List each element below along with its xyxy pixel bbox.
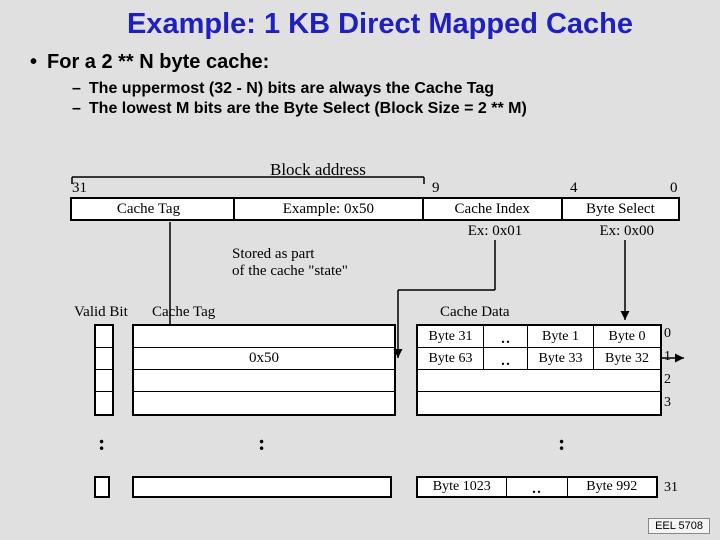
address-example: Example: 0x50 bbox=[235, 199, 424, 219]
cell-byte992: Byte 992 bbox=[568, 478, 657, 496]
bullet-sub-2: –The lowest M bits are the Byte Select (… bbox=[72, 100, 720, 118]
bit-tick-4: 4 bbox=[570, 180, 578, 197]
slide-title: Example: 1 KB Direct Mapped Cache bbox=[0, 0, 720, 41]
bullet-main: •For a 2 ** N byte cache: bbox=[30, 51, 720, 74]
ex-cache-index: Ex: 0x01 bbox=[425, 223, 565, 240]
stored-note-l2: of the cache "state" bbox=[232, 263, 348, 280]
address-cache-tag: Cache Tag bbox=[72, 199, 235, 219]
bit-tick-31: 31 bbox=[72, 180, 87, 197]
row-num-1: 1 bbox=[664, 349, 671, 365]
cache-tag-value: 0x50 bbox=[134, 348, 394, 370]
cache-data-row-2 bbox=[418, 370, 660, 392]
example-values: Ex: 0x01 Ex: 0x00 bbox=[425, 223, 685, 240]
cache-tag-label: Cache Tag bbox=[152, 304, 215, 321]
cache-data-last: Byte 1023 .. Byte 992 bbox=[416, 476, 658, 498]
bit-tick-9: 9 bbox=[432, 180, 440, 197]
bullet-main-text: For a 2 ** N byte cache: bbox=[47, 51, 269, 73]
cell-dots: .. bbox=[484, 326, 528, 347]
cache-data-row-1: Byte 63 .. Byte 33 Byte 32 bbox=[418, 348, 660, 370]
cache-data-label: Cache Data bbox=[440, 304, 510, 321]
ellipsis-icon: : bbox=[98, 430, 105, 456]
address-bar: Cache Tag Example: 0x50 Cache Index Byte… bbox=[70, 197, 680, 221]
row-num-0: 0 bbox=[664, 326, 671, 342]
ellipsis-icon: : bbox=[558, 430, 565, 456]
bullet-sub-1: –The uppermost (32 - N) bits are always … bbox=[72, 80, 720, 98]
cell-dots: .. bbox=[484, 348, 528, 369]
stored-note-l1: Stored as part bbox=[232, 246, 348, 263]
bullet-sub-1-text: The uppermost (32 - N) bits are always t… bbox=[89, 80, 494, 97]
cache-data-row-3 bbox=[418, 392, 660, 414]
cache-data-row-0: Byte 31 .. Byte 1 Byte 0 bbox=[418, 326, 660, 348]
cache-data-table: Byte 31 .. Byte 1 Byte 0 Byte 63 .. Byte… bbox=[416, 324, 662, 416]
row-num-31: 31 bbox=[664, 480, 678, 496]
row-num-2: 2 bbox=[664, 372, 671, 388]
cell-byte32: Byte 32 bbox=[594, 348, 660, 369]
cell-byte1: Byte 1 bbox=[528, 326, 594, 347]
valid-bit-label: Valid Bit bbox=[74, 304, 128, 321]
cell-dots: .. bbox=[507, 478, 568, 496]
row-num-3: 3 bbox=[664, 395, 671, 411]
ellipsis-icon: : bbox=[258, 430, 265, 456]
address-cache-index: Cache Index bbox=[424, 199, 563, 219]
cell-byte0: Byte 0 bbox=[594, 326, 660, 347]
bullet-sub-2-text: The lowest M bits are the Byte Select (B… bbox=[89, 100, 527, 117]
footer-course-code: EEL 5708 bbox=[648, 518, 710, 534]
block-address-label: Block address bbox=[270, 160, 366, 180]
valid-bit-last bbox=[94, 476, 110, 498]
cell-byte33: Byte 33 bbox=[528, 348, 594, 369]
ex-byte-select: Ex: 0x00 bbox=[569, 223, 685, 240]
valid-bit-column bbox=[94, 324, 114, 416]
stored-note: Stored as part of the cache "state" bbox=[232, 246, 348, 279]
cell-byte63: Byte 63 bbox=[418, 348, 484, 369]
cell-byte31: Byte 31 bbox=[418, 326, 484, 347]
cache-tag-last bbox=[132, 476, 392, 498]
cache-tag-column: 0x50 bbox=[132, 324, 396, 416]
cell-byte1023: Byte 1023 bbox=[418, 478, 507, 496]
address-byte-select: Byte Select bbox=[563, 199, 678, 219]
bit-tick-0: 0 bbox=[670, 180, 678, 197]
